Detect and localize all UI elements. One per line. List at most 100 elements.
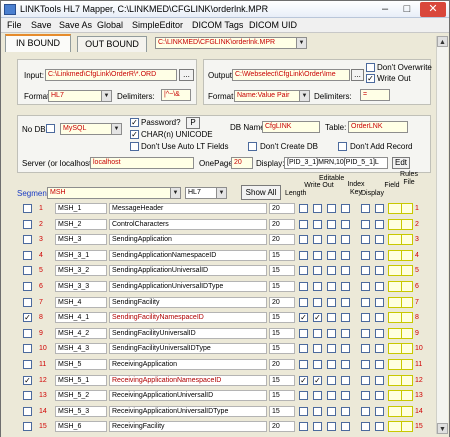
row-rules-file-cell[interactable]	[401, 390, 413, 401]
row-select-checkbox[interactable]	[23, 282, 32, 291]
row-rules-file-cell[interactable]	[401, 219, 413, 230]
row-key-checkbox[interactable]	[341, 204, 350, 213]
row-select-checkbox[interactable]	[23, 220, 32, 229]
row-write-out-checkbox[interactable]	[299, 422, 308, 431]
row-field-checkbox[interactable]	[375, 376, 384, 385]
title-bar[interactable]: LINKTools HL7 Mapper, C:\LINKMED\CFGLINK…	[1, 1, 449, 18]
row-index-key-checkbox[interactable]	[327, 298, 336, 307]
row-select-checkbox[interactable]: ✓	[23, 313, 32, 322]
password-button[interactable]: P	[186, 117, 200, 129]
row-editable-checkbox[interactable]	[313, 266, 322, 275]
row-length[interactable]: 20	[269, 234, 295, 245]
row-display-checkbox[interactable]	[361, 251, 370, 260]
edit-display-button[interactable]: Edt	[392, 157, 410, 169]
row-length[interactable]: 15	[269, 312, 295, 323]
row-field-checkbox[interactable]	[375, 391, 384, 400]
menu-global[interactable]: Global	[97, 20, 123, 30]
row-length[interactable]: 15	[269, 281, 295, 292]
dont-overwrite-checkbox[interactable]	[366, 63, 375, 72]
scroll-down-icon[interactable]: ▼	[437, 423, 448, 434]
row-length[interactable]: 15	[269, 390, 295, 401]
row-index-key-checkbox[interactable]	[327, 266, 336, 275]
row-field-name[interactable]: ReceivingApplication	[109, 359, 267, 370]
row-write-out-checkbox[interactable]	[299, 360, 308, 369]
row-editable-checkbox[interactable]	[313, 235, 322, 244]
row-field-checkbox[interactable]	[375, 220, 384, 229]
menu-save-as[interactable]: Save As	[59, 20, 92, 30]
row-rules-file-cell[interactable]	[401, 250, 413, 261]
row-key-checkbox[interactable]	[341, 391, 350, 400]
row-display-checkbox[interactable]	[361, 407, 370, 416]
row-field-checkbox[interactable]	[375, 329, 384, 338]
show-all-button[interactable]: Show All	[241, 185, 281, 200]
row-rules-file-cell[interactable]	[401, 203, 413, 214]
row-index-key-checkbox[interactable]	[327, 360, 336, 369]
scroll-up-icon[interactable]: ▲	[437, 36, 448, 47]
output-delimiters-field[interactable]: =	[360, 89, 390, 101]
row-rules-file-cell[interactable]	[401, 312, 413, 323]
row-key-checkbox[interactable]	[341, 282, 350, 291]
row-display-checkbox[interactable]	[361, 313, 370, 322]
row-index-key-checkbox[interactable]	[327, 282, 336, 291]
row-field-name[interactable]: SendingFacilityUniversalID	[109, 328, 267, 339]
row-rules-file-cell[interactable]	[401, 375, 413, 386]
row-field-name[interactable]: ReceivingApplicationNamespaceID	[109, 375, 267, 386]
row-display-checkbox[interactable]	[361, 282, 370, 291]
output-browse-button[interactable]: ...	[351, 69, 364, 81]
row-field-name[interactable]: ReceivingApplicationUniversalID	[109, 390, 267, 401]
row-rules-file-cell[interactable]	[401, 343, 413, 354]
row-select-checkbox[interactable]	[23, 204, 32, 213]
row-select-checkbox[interactable]	[23, 422, 32, 431]
menu-simple-editor[interactable]: SimpleEditor	[132, 20, 183, 30]
server-field[interactable]: localhost	[90, 157, 194, 169]
row-key-checkbox[interactable]	[341, 344, 350, 353]
row-field-name[interactable]: SendingFacility	[109, 297, 267, 308]
row-display-checkbox[interactable]	[361, 266, 370, 275]
row-rules-file-cell[interactable]	[401, 234, 413, 245]
row-editable-checkbox[interactable]	[313, 220, 322, 229]
tab-outbound[interactable]: OUT BOUND	[77, 36, 147, 52]
row-write-out-checkbox[interactable]	[299, 204, 308, 213]
menu-save[interactable]: Save	[31, 20, 52, 30]
vertical-scrollbar[interactable]: ▲ ▼	[436, 36, 448, 434]
row-field-checkbox[interactable]	[375, 422, 384, 431]
row-field-name[interactable]: SendingApplicationNamespaceID	[109, 250, 267, 261]
row-key-checkbox[interactable]	[341, 266, 350, 275]
row-length[interactable]: 15	[269, 375, 295, 386]
db-engine-select[interactable]: MySQL ▼	[60, 123, 122, 135]
db-name-field[interactable]: CfgLINK	[262, 121, 320, 133]
input-format-select[interactable]: HL7 ▼	[48, 90, 112, 102]
row-editable-checkbox[interactable]	[313, 407, 322, 416]
row-write-out-checkbox[interactable]	[299, 266, 308, 275]
row-display-checkbox[interactable]	[361, 220, 370, 229]
dont-create-db-checkbox[interactable]	[248, 142, 257, 151]
row-write-out-checkbox[interactable]	[299, 220, 308, 229]
row-length[interactable]: 20	[269, 203, 295, 214]
row-field-name[interactable]: ReceivingFacility	[109, 421, 267, 432]
row-field-checkbox[interactable]	[375, 360, 384, 369]
row-key-checkbox[interactable]	[341, 235, 350, 244]
row-length[interactable]: 15	[269, 343, 295, 354]
row-length[interactable]: 20	[269, 297, 295, 308]
row-select-checkbox[interactable]	[23, 407, 32, 416]
row-write-out-checkbox[interactable]	[299, 329, 308, 338]
row-index-key-checkbox[interactable]	[327, 313, 336, 322]
row-select-checkbox[interactable]	[23, 391, 32, 400]
row-field-name[interactable]: ReceivingApplicationUniversalIDType	[109, 406, 267, 417]
row-length[interactable]: 20	[269, 219, 295, 230]
row-length[interactable]: 15	[269, 406, 295, 417]
row-index-key-checkbox[interactable]	[327, 344, 336, 353]
row-field-checkbox[interactable]	[375, 344, 384, 353]
row-field-name[interactable]: SendingApplicationUniversalID	[109, 265, 267, 276]
dont-add-record-checkbox[interactable]	[338, 142, 347, 151]
row-editable-checkbox[interactable]	[313, 344, 322, 353]
row-key-checkbox[interactable]	[341, 360, 350, 369]
input-browse-button[interactable]: ...	[179, 69, 194, 81]
row-rules-file-cell[interactable]	[401, 421, 413, 432]
row-index-key-checkbox[interactable]	[327, 204, 336, 213]
row-index-key-checkbox[interactable]	[327, 391, 336, 400]
row-key-checkbox[interactable]	[341, 376, 350, 385]
input-path-field[interactable]: C:\Linkmed\CfgLink\OrderR\*.ORD	[45, 69, 177, 81]
row-editable-checkbox[interactable]	[313, 204, 322, 213]
row-field-name[interactable]: SendingApplicationUniversalIDType	[109, 281, 267, 292]
